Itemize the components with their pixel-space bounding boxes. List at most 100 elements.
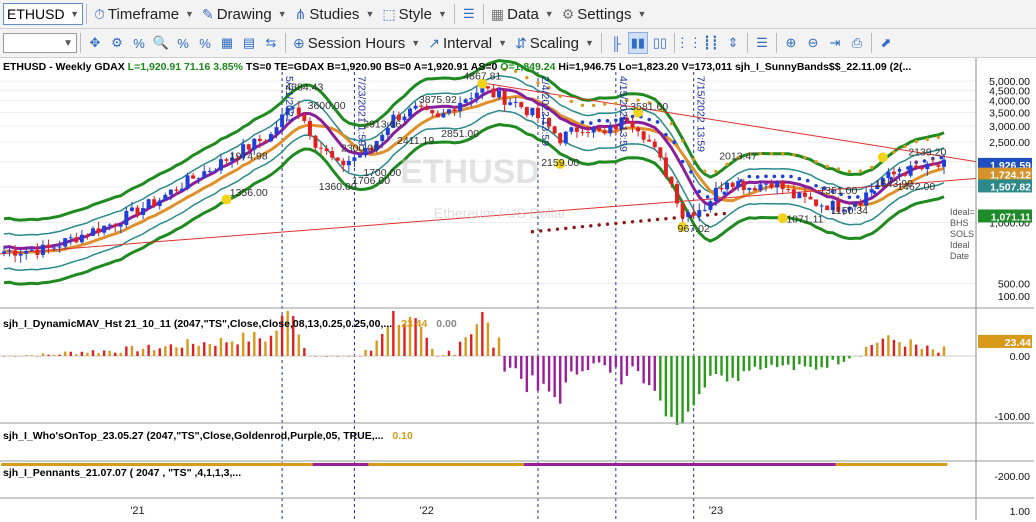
compare-icon[interactable]: ⇕ — [723, 32, 743, 54]
dot-bar-icon[interactable]: ⋮⋮ — [676, 32, 702, 54]
histogram-bar — [892, 339, 896, 356]
histogram-bar — [75, 354, 78, 356]
percent-change-icon[interactable]: % — [195, 32, 215, 54]
histogram-bar — [147, 344, 150, 356]
candle-body — [502, 90, 507, 105]
candle-body — [341, 160, 346, 166]
histogram-bar — [108, 350, 111, 356]
whos-on-top-segment — [190, 463, 197, 466]
candle-body — [647, 139, 652, 142]
percent-scale-icon[interactable]: % — [173, 32, 193, 54]
zoom-in-icon[interactable]: ⊕ — [781, 32, 801, 54]
candle-body — [213, 170, 218, 172]
whos-on-top-segment — [201, 463, 208, 466]
histogram-bar — [214, 345, 217, 356]
studies-menu[interactable]: ⋔ Studies ▼ — [291, 2, 379, 26]
price-badge-label: 1,507.82 — [990, 181, 1031, 193]
print-icon[interactable]: ⎙ — [847, 32, 867, 54]
histogram-bar — [825, 356, 829, 368]
candle-body — [52, 247, 57, 249]
candle-body — [897, 173, 902, 175]
blank-selector[interactable]: ▼ — [3, 33, 77, 53]
interval-menu[interactable]: ↗ Interval ▼ — [424, 31, 511, 55]
candle-body — [13, 250, 18, 256]
header-stat: BS=0 — [381, 61, 412, 73]
dotted-curve-point — [622, 220, 626, 225]
zoom-data-icon[interactable]: 🔍 — [151, 32, 171, 54]
percent-icon[interactable]: % — [129, 32, 149, 54]
hollow-candle-icon[interactable]: ▯▯ — [650, 32, 670, 54]
chevron-down-icon[interactable]: ▼ — [70, 9, 79, 19]
price-chart[interactable]: 5/21/2021 7/23/2021 1:59 2/4/2022 13:59 4/1… — [0, 58, 1034, 520]
ohlc-bar-icon[interactable]: ╟ — [606, 32, 626, 54]
timeframe-menu[interactable]: ⏱ Timeframe ▼ — [90, 2, 198, 26]
range-bar-icon[interactable]: ┋┋ — [701, 32, 721, 54]
interval-label: Interval — [442, 34, 493, 52]
grid-icon[interactable]: ▦ — [217, 32, 237, 54]
candlestick-icon[interactable]: ▮▮ — [627, 32, 648, 54]
histogram-bar — [30, 355, 34, 356]
candle-body — [24, 250, 29, 254]
chevron-down-icon: ▼ — [63, 37, 73, 49]
candle-body — [152, 199, 157, 206]
pane2-value2: 0.00 — [436, 318, 457, 330]
candle-body — [791, 189, 796, 199]
crosshair-icon[interactable]: ✥ — [85, 32, 105, 54]
scroll-icon[interactable]: ⇥ — [825, 32, 845, 54]
whos-on-top-segment — [918, 463, 926, 466]
whos-on-top-segment — [724, 463, 731, 466]
whos-on-top-segment — [752, 463, 759, 466]
whos-on-top-segment — [729, 463, 736, 466]
histogram-bar — [920, 348, 923, 356]
data-menu[interactable]: ▦ Data ▼ — [487, 2, 558, 26]
candle-body — [702, 209, 707, 211]
candle-body — [652, 141, 657, 148]
whos-on-top-segment — [440, 463, 447, 466]
candle-body — [636, 127, 641, 132]
window-layout-icon[interactable]: ☰ — [459, 3, 479, 25]
histogram-bar — [41, 353, 45, 356]
dotted-curve-point — [639, 219, 643, 223]
session-hours-menu[interactable]: ⊕ Session Hours ▼ — [289, 31, 424, 55]
pane2-header: sjh_I_DynamicMAV_Hst 21_10_11 (2047,"TS"… — [3, 318, 457, 330]
price-label: 2411.19 — [397, 135, 434, 147]
dotted-curve-point — [555, 227, 560, 231]
style-menu[interactable]: ⬚ Style ▼ — [378, 2, 451, 26]
drawing-menu[interactable]: ✎ Drawing ▼ — [198, 2, 291, 26]
histogram-bar — [353, 356, 356, 357]
candle-body — [441, 113, 446, 118]
whos-on-top-segment — [29, 463, 36, 466]
candle-body — [930, 163, 935, 166]
histogram-bar — [703, 356, 707, 388]
separator — [775, 33, 777, 53]
scaling-menu[interactable]: ⇵ Scaling ▼ — [511, 31, 598, 55]
candle-body — [18, 253, 23, 256]
toggle-icon[interactable]: ⇆ — [261, 32, 281, 54]
format-icon[interactable]: ⚙ — [107, 32, 127, 54]
whos-on-top-segment — [829, 463, 837, 466]
candle-body — [141, 208, 146, 216]
dotted-curve-point — [597, 223, 601, 227]
histogram-bar — [141, 348, 145, 356]
candle-body — [63, 238, 68, 247]
histogram-bar — [937, 352, 940, 356]
settings-menu[interactable]: ⚙ Settings ▼ — [558, 2, 651, 26]
candle-body — [675, 184, 680, 204]
candle-body — [296, 107, 301, 115]
dotted-curve-point — [814, 183, 818, 188]
candle-body — [663, 157, 668, 177]
candle-body — [741, 181, 746, 190]
add-chart-icon[interactable]: ⬈ — [876, 32, 896, 54]
whos-on-top-segment — [423, 463, 431, 466]
histogram-bar — [25, 355, 28, 356]
dotted-curve-point — [603, 102, 607, 106]
candle-body — [608, 126, 613, 134]
pane2-value1: 23.44 — [401, 318, 428, 330]
table-icon[interactable]: ▤ — [239, 32, 259, 54]
header-stat: V=173,011 — [678, 61, 733, 73]
layout-icon[interactable]: ☰ — [752, 32, 772, 54]
histogram-bar — [820, 356, 823, 368]
symbol-input[interactable]: ETHUSD ▼ — [3, 3, 83, 25]
histogram-bar — [241, 332, 245, 356]
zoom-out-icon[interactable]: ⊖ — [803, 32, 823, 54]
